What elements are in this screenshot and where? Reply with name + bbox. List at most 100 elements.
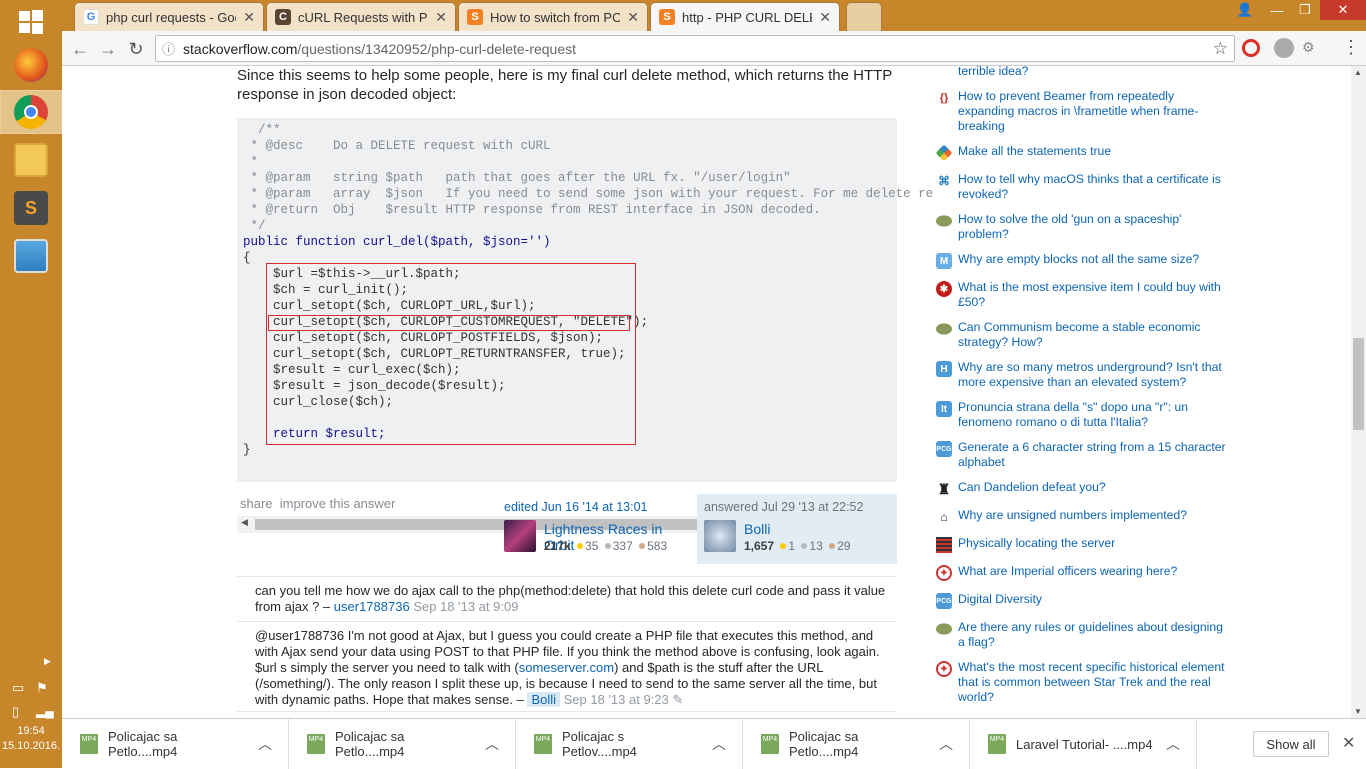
hot-question-link[interactable]: Can Dandelion defeat you? xyxy=(958,480,1230,495)
comment-divider xyxy=(237,711,897,712)
scrollbar-thumb[interactable] xyxy=(1353,338,1364,430)
close-icon[interactable]: ✕ xyxy=(435,9,447,26)
edited-timestamp[interactable]: edited Jun 16 '14 at 13:01 xyxy=(504,500,686,514)
bookmark-star-icon[interactable]: ☆ xyxy=(1213,39,1228,59)
show-hidden-icons-chevron-icon[interactable]: ▶ xyxy=(44,656,51,667)
improve-answer-link[interactable]: improve this answer xyxy=(280,496,396,511)
comment-divider xyxy=(237,621,897,622)
comment-date[interactable]: Sep 18 '13 at 9:23 xyxy=(564,692,669,707)
download-item[interactable]: MP4 Policajac sa Petlo....mp4 ︿ xyxy=(289,719,516,769)
close-icon[interactable]: ✕ xyxy=(819,9,831,26)
download-item[interactable]: MP4 Policajac sa Petlo....mp4 ︿ xyxy=(62,719,289,769)
hot-question-link[interactable]: Why are unsigned numbers implemented? xyxy=(958,508,1230,523)
back-arrow-icon[interactable]: ← xyxy=(68,37,92,61)
download-item[interactable]: MP4 Policajac sa Petlo....mp4 ︿ xyxy=(743,719,970,769)
close-icon[interactable]: ✕ xyxy=(243,9,255,26)
comment-date[interactable]: Sep 18 '13 at 9:09 xyxy=(413,599,518,614)
file-explorer-taskbar-button[interactable] xyxy=(0,138,62,182)
silver-badge-count: 13 xyxy=(809,539,823,553)
tab-switch-from-post[interactable]: S How to switch from POST ✕ xyxy=(458,2,648,31)
close-window-icon[interactable]: ✕ xyxy=(1320,0,1366,20)
hot-question-link[interactable]: Make all the statements true xyxy=(958,144,1230,159)
tab-curl-requests[interactable]: C cURL Requests with PHP ✕ xyxy=(266,2,456,31)
close-icon[interactable]: ✕ xyxy=(627,9,639,26)
gold-badge-icon xyxy=(577,543,584,549)
sublime-text-taskbar-button[interactable]: S xyxy=(0,186,62,230)
hot-question-link[interactable]: How to solve the old 'gun on a spaceship… xyxy=(958,212,1230,242)
bronze-badge-icon xyxy=(639,543,646,549)
firefox-icon xyxy=(14,48,48,82)
hot-question-link[interactable]: What are Imperial officers wearing here? xyxy=(958,564,1230,579)
hot-question-link[interactable]: Digital Diversity xyxy=(958,592,1230,607)
comment-link[interactable]: someserver.com xyxy=(519,660,614,675)
battery-icon[interactable]: ▭ xyxy=(12,680,24,696)
chrome-taskbar-button[interactable] xyxy=(0,90,62,134)
tablet-mode-icon[interactable]: ▯ xyxy=(12,704,19,720)
new-tab-button[interactable] xyxy=(846,2,882,31)
chevron-up-icon[interactable]: ︿ xyxy=(939,734,969,754)
hot-question-link[interactable]: Physically locating the server xyxy=(958,536,1230,551)
code-block[interactable]: /** * @desc Do a DELETE request with cUR… xyxy=(237,118,933,533)
reload-icon[interactable]: ↻ xyxy=(124,37,148,61)
flag-icon[interactable]: ⚑ xyxy=(36,680,48,696)
system-clock[interactable]: 19:54 15.10.2016. xyxy=(0,724,62,754)
chevron-up-icon[interactable]: ︿ xyxy=(485,734,515,754)
opera-extension-icon[interactable] xyxy=(1242,39,1260,57)
minimize-icon[interactable]: — xyxy=(1262,0,1292,20)
hot-question-link[interactable]: Can Communism become a stable economic s… xyxy=(958,320,1230,350)
chevron-up-icon[interactable]: ︿ xyxy=(1166,734,1196,754)
tab-label: How to switch from POST xyxy=(490,9,620,25)
travel-icon: H xyxy=(936,361,952,377)
avatar[interactable] xyxy=(504,520,536,552)
tab-google-search[interactable]: G php curl requests - Goog ✕ xyxy=(74,2,264,31)
windows-start-button[interactable] xyxy=(0,2,62,42)
download-item[interactable]: MP4 Policajac s Petlov....mp4 ︿ xyxy=(516,719,743,769)
show-all-downloads-button[interactable]: Show all xyxy=(1253,731,1329,757)
comment-user-link[interactable]: user1788736 xyxy=(334,599,410,614)
hot-question-link[interactable]: What is the most expensive item I could … xyxy=(958,280,1230,310)
avatar[interactable] xyxy=(704,520,736,552)
share-link[interactable]: share xyxy=(240,496,273,511)
firefox-taskbar-button[interactable] xyxy=(0,44,62,86)
download-filename: Policajac sa Petlo....mp4 xyxy=(335,729,405,759)
restore-icon[interactable]: ❐ xyxy=(1290,0,1320,20)
hot-question-link[interactable]: Why are empty blocks not all the same si… xyxy=(958,252,1230,267)
tab-label: php curl requests - Goog xyxy=(106,9,237,25)
hot-question-link[interactable]: How to prevent Beamer from repeatedly ex… xyxy=(958,89,1230,134)
hot-question-link[interactable]: Are there any rules or guidelines about … xyxy=(958,620,1230,650)
comment-user-link[interactable]: Bolli xyxy=(527,692,561,707)
download-item[interactable]: MP4 Laravel Tutorial- ....mp4 ︿ xyxy=(970,719,1197,769)
tab-php-curl-delete[interactable]: S http - PHP CURL DELETE ✕ xyxy=(650,2,840,31)
address-bar[interactable]: ⓘ stackoverflow.com/questions/13420952/p… xyxy=(155,35,1235,62)
video-file-icon: MP4 xyxy=(761,734,779,754)
tools-icon[interactable]: ⚙ xyxy=(1302,39,1315,56)
silver-badge-icon xyxy=(604,543,611,549)
browser-toolbar: ← → ↻ ⓘ stackoverflow.com/questions/1342… xyxy=(62,31,1366,66)
chevron-up-icon[interactable]: ︿ xyxy=(712,734,742,754)
user-profile-icon[interactable]: 👤 xyxy=(1230,0,1260,20)
menu-icon[interactable]: ⋮ xyxy=(1342,37,1360,58)
download-filename: Laravel Tutorial- ....mp4 xyxy=(1016,736,1153,752)
close-icon[interactable]: ✕ xyxy=(1342,733,1355,753)
extension-icon[interactable] xyxy=(1274,38,1294,58)
signal-icon[interactable]: ▂▄ xyxy=(36,704,54,718)
bronze-badge-count: 29 xyxy=(837,539,851,553)
hot-question-link[interactable]: How to tell why macOS thinks that a cert… xyxy=(958,172,1230,202)
author-signature: answered Jul 29 '13 at 22:52 Bolli 1,657… xyxy=(697,494,897,564)
info-icon[interactable]: ⓘ xyxy=(162,39,175,58)
scroll-down-arrow-icon[interactable]: ▼ xyxy=(1354,707,1362,716)
photos-taskbar-button[interactable] xyxy=(0,234,62,278)
hot-question-link[interactable]: Generate a 6 character string from a 15 … xyxy=(958,440,1230,470)
author-username[interactable]: Bolli xyxy=(744,521,770,537)
forward-arrow-icon[interactable]: → xyxy=(96,37,120,61)
scroll-up-arrow-icon[interactable]: ▲ xyxy=(1354,68,1362,77)
hot-question-link[interactable]: Why are so many metros underground? Isn'… xyxy=(958,360,1230,390)
hot-question-link[interactable]: What's the most recent specific historic… xyxy=(958,660,1230,705)
page-vertical-scrollbar[interactable]: ▲ ▼ xyxy=(1351,66,1366,718)
chevron-up-icon[interactable]: ︿ xyxy=(258,734,288,754)
hot-question-link[interactable]: Pronuncia strana della "s" dopo una "r":… xyxy=(958,400,1230,430)
stackoverflow-icon: S xyxy=(659,9,675,25)
hot-question-link[interactable]: terrible idea? xyxy=(958,66,1230,79)
scroll-left-arrow-icon[interactable]: ◀ xyxy=(241,518,248,528)
bronze-badge-count: 583 xyxy=(647,539,668,553)
